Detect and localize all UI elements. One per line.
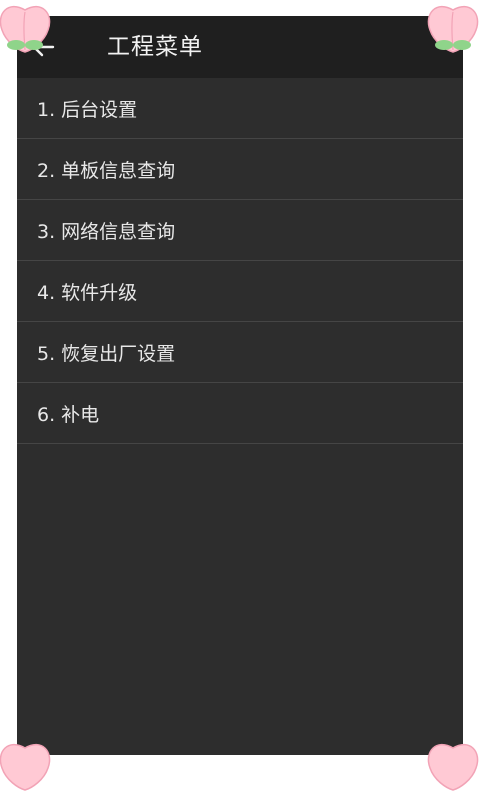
peach-sticker-icon [0, 743, 51, 791]
menu-item-label: 3. 网络信息查询 [37, 220, 176, 243]
peach-sticker-icon [427, 743, 479, 791]
menu-item-label: 6. 补电 [37, 403, 100, 426]
peach-sticker-icon [427, 5, 479, 53]
menu-item-battery-charge[interactable]: 6. 补电 [17, 383, 463, 444]
menu-item-label: 5. 恢复出厂设置 [37, 342, 176, 365]
menu-item-board-info[interactable]: 2. 单板信息查询 [17, 139, 463, 200]
app-window: 工程菜单 1. 后台设置 2. 单板信息查询 3. 网络信息查询 4. 软件升级… [17, 16, 463, 755]
menu-item-software-upgrade[interactable]: 4. 软件升级 [17, 261, 463, 322]
peach-sticker-icon [0, 5, 51, 53]
page-title: 工程菜单 [107, 34, 203, 60]
menu-item-backend-settings[interactable]: 1. 后台设置 [17, 78, 463, 139]
toolbar: 工程菜单 [17, 16, 463, 78]
menu-list: 1. 后台设置 2. 单板信息查询 3. 网络信息查询 4. 软件升级 5. 恢… [17, 78, 463, 444]
menu-item-label: 2. 单板信息查询 [37, 159, 176, 182]
menu-item-label: 1. 后台设置 [37, 98, 138, 121]
menu-item-label: 4. 软件升级 [37, 281, 138, 304]
menu-item-factory-reset[interactable]: 5. 恢复出厂设置 [17, 322, 463, 383]
menu-item-network-info[interactable]: 3. 网络信息查询 [17, 200, 463, 261]
